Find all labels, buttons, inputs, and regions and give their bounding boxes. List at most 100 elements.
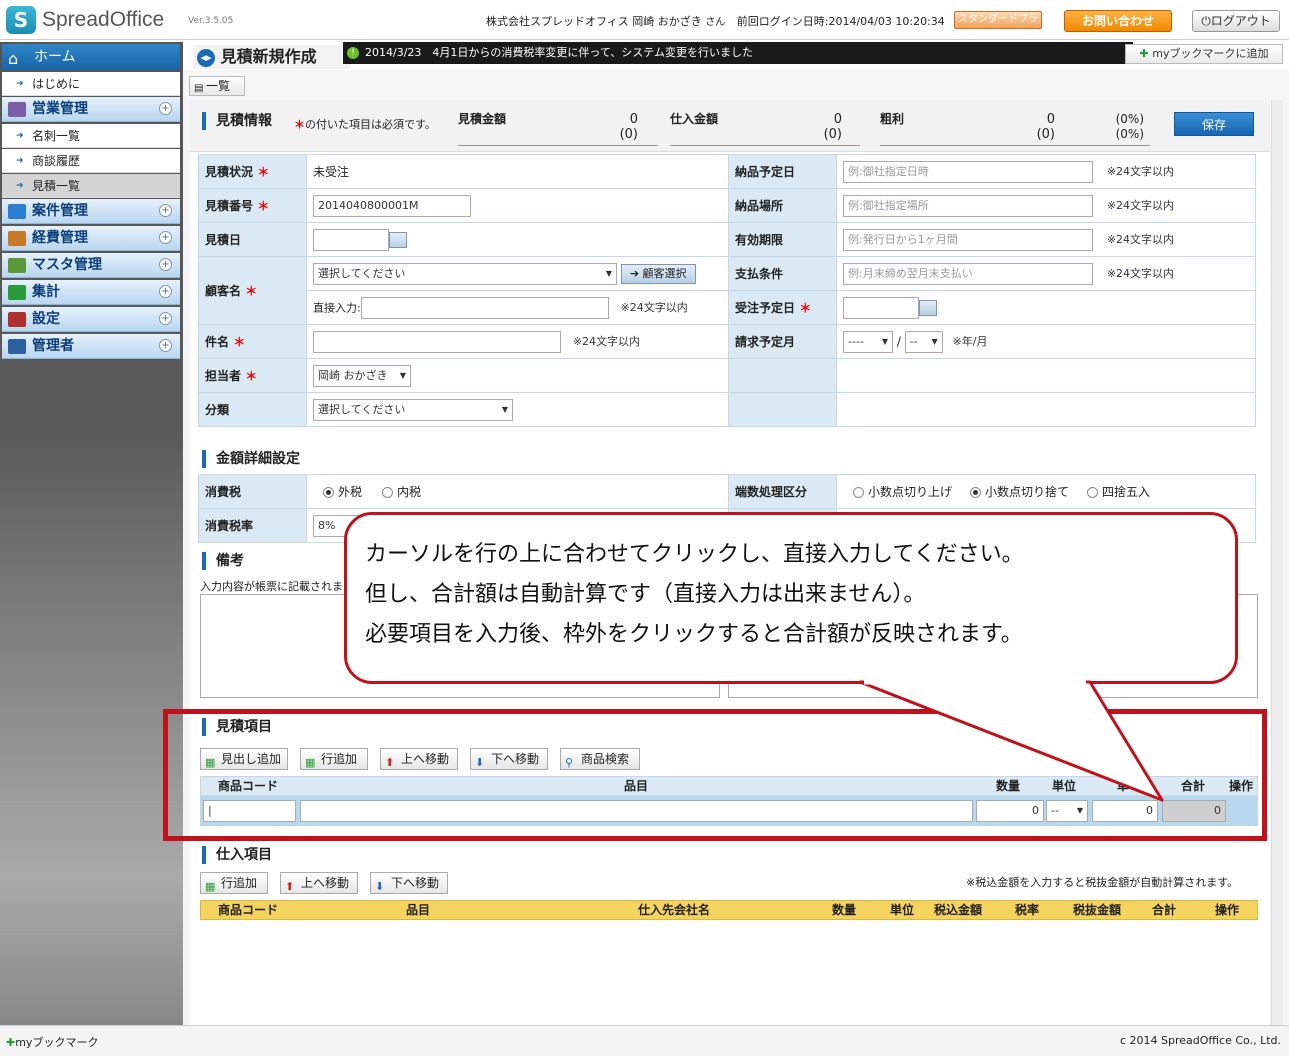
customer-pick-button[interactable]: ➔ 顧客選択 xyxy=(620,263,696,284)
top-bar: S SpreadOffice Ver.3.5.05 株式会社スプレッドオフィス … xyxy=(0,0,1289,41)
required-mark: ＊ xyxy=(245,369,258,383)
sidebar-item-2[interactable]: 営業管理 + xyxy=(2,97,180,122)
sidebar-item-5[interactable]: 見積一覧 xyxy=(2,174,180,198)
required-note-text: の付いた項目は必須です。 xyxy=(305,118,436,131)
col-actions: 操作 xyxy=(1214,903,1239,917)
sidebar-item-9[interactable]: 集計 + xyxy=(2,280,180,305)
delivery-place-note: ※24文字以内 xyxy=(1106,199,1175,212)
bill-year-select[interactable]: ---- xyxy=(843,330,893,353)
rate-label: 消費税率 xyxy=(198,508,307,543)
expand-plus-icon[interactable]: + xyxy=(159,258,172,271)
delivery-date-cell: 例:御社指定日時 ※24文字以内 xyxy=(836,154,1256,189)
move-up-button[interactable]: ⬆ 上へ移動 xyxy=(380,748,458,770)
sidebar-item-6[interactable]: 案件管理 + xyxy=(2,199,180,224)
purchase-move-down-button[interactable]: ⬇ 下へ移動 xyxy=(370,872,448,894)
estimate-info-title: 見積情報 xyxy=(202,112,272,130)
status-label: 見積状況 ＊ xyxy=(198,154,307,189)
delivery-place-input[interactable]: 例:御社指定場所 xyxy=(843,194,1093,217)
payment-label: 支払条件 xyxy=(728,256,837,291)
estimate-form-table: 見積状況 ＊ 未受注 納品予定日 例:御社指定日時 ※24文字以内 見積番号 ＊… xyxy=(198,154,1256,427)
unit-price-input[interactable]: 0 xyxy=(1092,800,1158,822)
round-up-radio[interactable] xyxy=(853,487,864,498)
save-button[interactable]: 保存 xyxy=(1174,112,1254,136)
payment-terms-input[interactable]: 例:月末締め翌月末支払い xyxy=(843,262,1093,285)
user-info: 株式会社スプレッドオフィス 岡崎 おかざき さん 前回ログイン日時:2014/0… xyxy=(486,13,945,29)
contact-button[interactable]: お問い合わせ xyxy=(1064,10,1172,32)
page-title: ◂▸ 見積新規作成 xyxy=(193,45,351,69)
expand-plus-icon[interactable]: + xyxy=(159,285,172,298)
add-row-icon: ▦ xyxy=(205,880,216,893)
expand-plus-icon[interactable]: + xyxy=(159,339,172,352)
expand-plus-icon[interactable]: + xyxy=(159,204,172,217)
sidebar-item-home[interactable]: ⌂ ホーム xyxy=(2,44,180,70)
sidebar-item-10[interactable]: 設定 + xyxy=(2,307,180,332)
purchase-move-up-button[interactable]: ⬆ 上へ移動 xyxy=(280,872,358,894)
quantity-input[interactable]: 0 xyxy=(976,800,1044,822)
unit-select[interactable]: -- xyxy=(1046,800,1088,822)
label-text: 見積状況 xyxy=(205,165,254,179)
gross-profit: 粗利 0 (0) (0%) (0%) xyxy=(880,110,1150,146)
sidebar-item-1[interactable]: はじめに xyxy=(2,72,180,96)
power-icon: ⏻ xyxy=(1201,14,1211,28)
round-half-radio[interactable] xyxy=(1087,487,1099,498)
number-cell: 2014040800001M xyxy=(306,188,729,223)
section-icon xyxy=(8,339,26,354)
logout-button[interactable]: ⏻ログアウト xyxy=(1192,10,1280,32)
total-display: 0 xyxy=(1162,800,1226,822)
bill-month-select[interactable]: -- xyxy=(904,330,943,353)
delivery-date-note: ※24文字以内 xyxy=(1106,165,1175,178)
estimate-number-input[interactable]: 2014040800001M xyxy=(313,194,471,217)
add-row-button[interactable]: ▦ 行追加 xyxy=(300,748,368,770)
valid-cell: 例:発行日から1ヶ月間 ※24文字以内 xyxy=(836,222,1256,257)
order-date-input[interactable] xyxy=(843,296,919,319)
staff-select[interactable]: 岡崎 おかざき xyxy=(313,364,411,387)
button-label: 上へ移動 xyxy=(301,876,350,890)
estimate-items-title: 見積項目 xyxy=(202,718,272,736)
label-text: 見積番号 xyxy=(205,199,254,213)
sidebar-item-4[interactable]: 商談履歴 xyxy=(2,149,180,173)
move-down-button[interactable]: ⬇ 下へ移動 xyxy=(470,748,548,770)
mybookmark-link[interactable]: ✚myブックマーク xyxy=(6,1034,98,1050)
col-quantity: 数量 xyxy=(831,903,856,917)
system-notice[interactable]: ! 2014/3/23 4月1日からの消費税率変更に伴って、システム変更を行いま… xyxy=(343,42,1133,64)
expand-plus-icon[interactable]: + xyxy=(159,102,172,115)
delivery-date-label: 納品予定日 xyxy=(728,154,837,189)
user-suffix: さん xyxy=(705,17,726,28)
category-select[interactable]: 選択してください xyxy=(313,398,513,421)
purchase-items-title: 仕入項目 xyxy=(202,846,272,864)
item-name-input[interactable] xyxy=(300,800,973,822)
plan-badge[interactable]: スタンダードプラン xyxy=(954,11,1042,41)
subject-input[interactable] xyxy=(313,330,561,353)
expand-plus-icon[interactable]: + xyxy=(159,231,172,244)
product-search-button[interactable]: ⚲ 商品検索 xyxy=(560,748,640,770)
arrow-down-icon: ⬇ xyxy=(475,756,485,769)
valid-period-input[interactable]: 例:発行日から1ヶ月間 xyxy=(843,228,1093,251)
delivery-date-input[interactable]: 例:御社指定日時 xyxy=(843,160,1093,183)
calendar-icon[interactable] xyxy=(919,299,937,316)
customer-direct-input[interactable] xyxy=(360,296,609,319)
estimate-date-input[interactable] xyxy=(313,228,389,251)
product-code-input[interactable]: | xyxy=(203,800,296,822)
calendar-icon[interactable] xyxy=(389,231,407,248)
tax-outer-radio[interactable] xyxy=(323,487,334,498)
category-cell: 選択してください xyxy=(306,392,729,427)
sidebar-item-3[interactable]: 名刺一覧 xyxy=(2,124,180,148)
sidebar-item-8[interactable]: マスタ管理 + xyxy=(2,253,180,278)
section-icon xyxy=(8,204,26,219)
customer-select[interactable]: 選択してください xyxy=(313,262,617,285)
expand-plus-icon[interactable]: + xyxy=(159,312,172,325)
round-down-radio[interactable] xyxy=(970,487,982,498)
logo-icon: S xyxy=(6,6,36,34)
arrow-up-icon: ⬆ xyxy=(385,756,395,769)
sidebar-item-11[interactable]: 管理者 + xyxy=(2,334,180,359)
add-heading-button[interactable]: ▦ 見出し追加 xyxy=(200,748,288,770)
tax-inner-radio[interactable] xyxy=(382,487,394,498)
purchase-add-row-button[interactable]: ▦ 行追加 xyxy=(200,872,268,894)
section-icon xyxy=(8,231,26,246)
add-bookmark-button[interactable]: ✚ myブックマークに追加 xyxy=(1125,44,1283,64)
list-button[interactable]: ▤ 一覧 xyxy=(189,76,245,96)
col-unit-price: 単 xyxy=(1116,779,1129,793)
col-unit: 単位 xyxy=(889,903,914,917)
scrollbar[interactable] xyxy=(1271,100,1283,1025)
sidebar-item-7[interactable]: 経費管理 + xyxy=(2,226,180,251)
